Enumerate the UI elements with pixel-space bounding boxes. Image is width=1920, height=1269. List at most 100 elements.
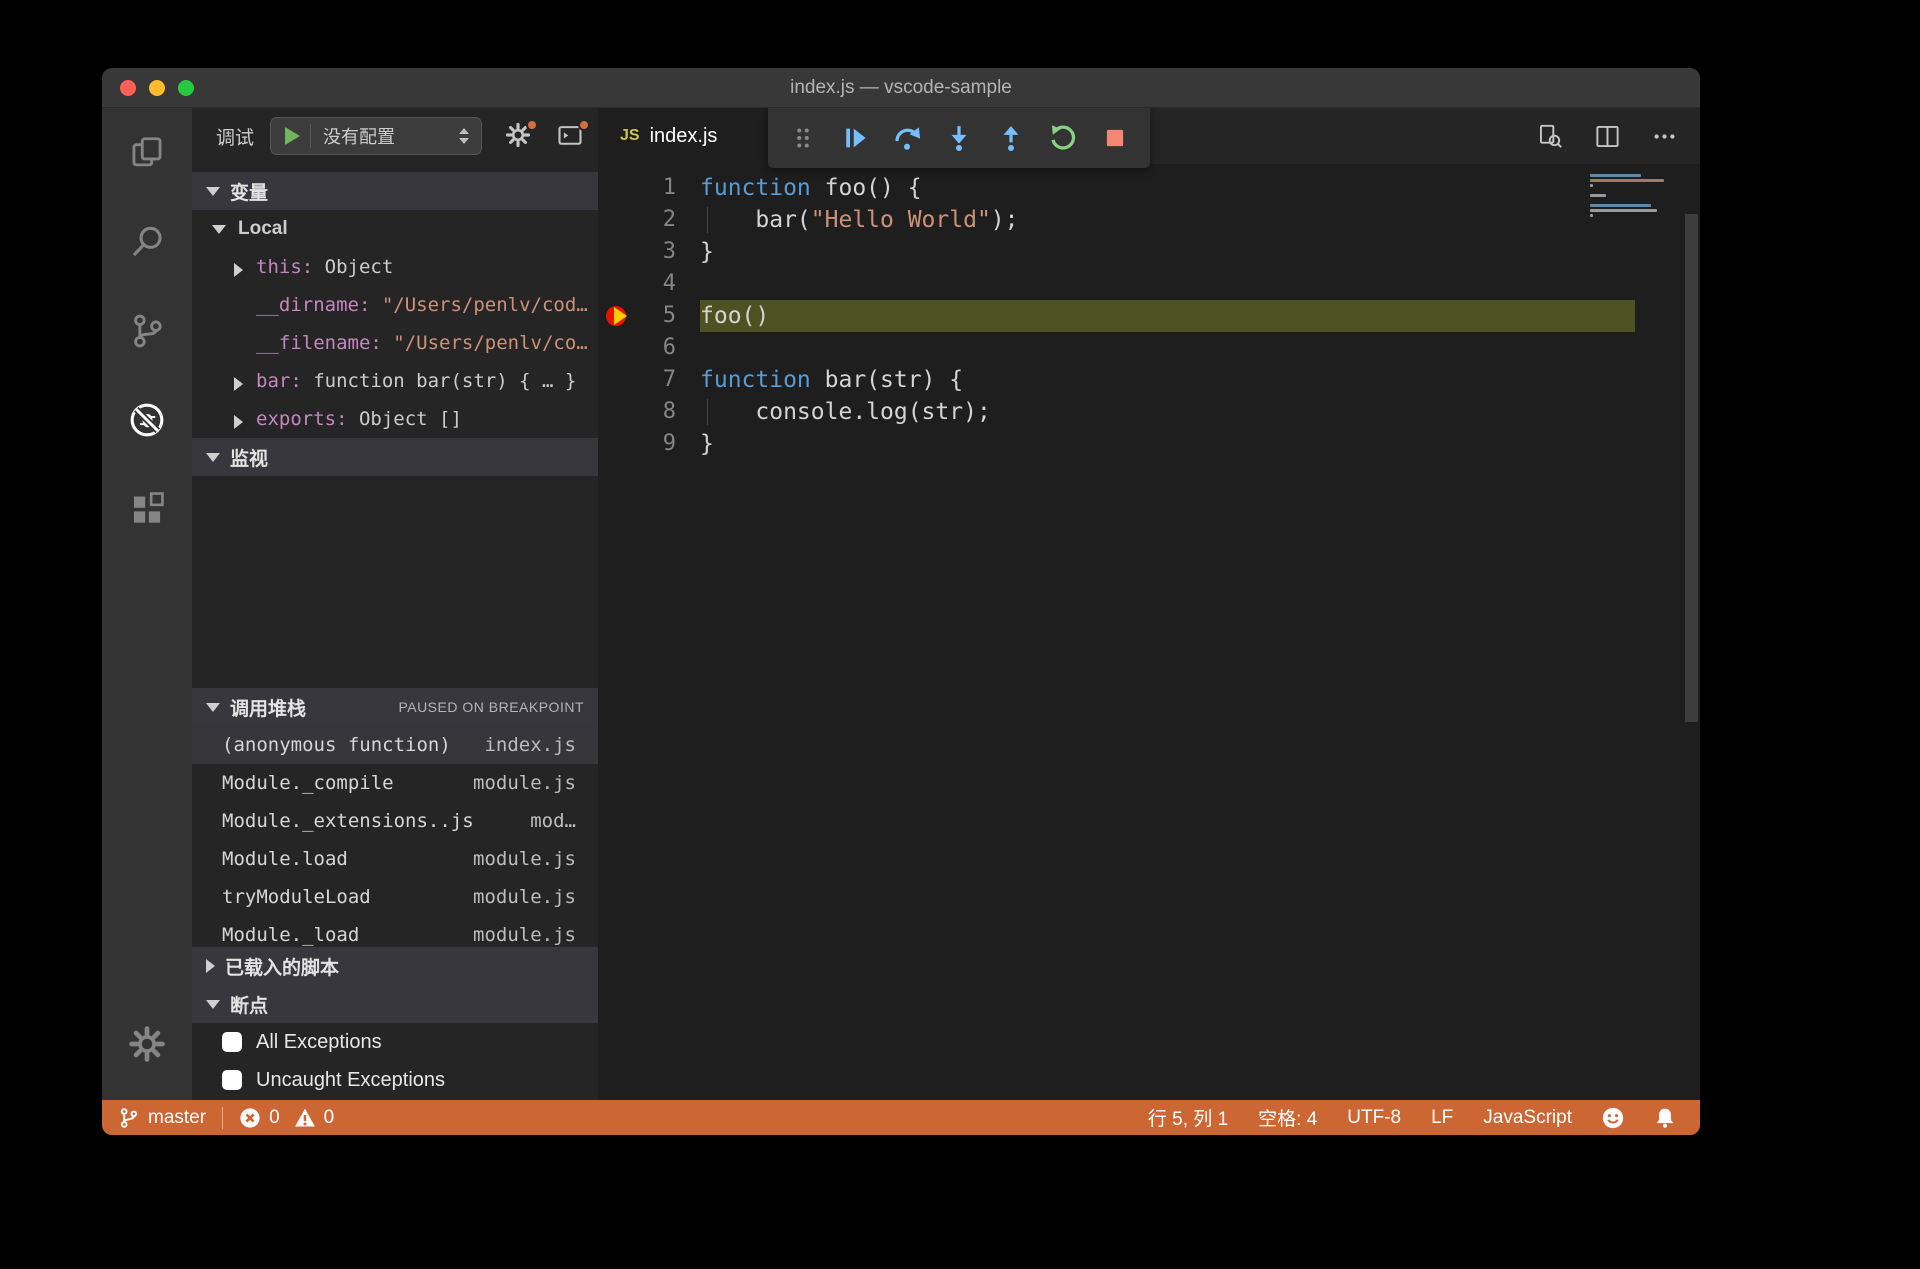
extensions-icon[interactable] [102, 464, 192, 553]
editor-area: JS index.js [598, 108, 1700, 1100]
variable-name: this [256, 256, 302, 278]
watch-section-header[interactable]: 监视 [192, 438, 598, 476]
code-line[interactable]: 7function bar(str) { [598, 364, 1700, 396]
code-text: foo() [700, 300, 1635, 332]
variable-value: Object [325, 256, 394, 278]
error-count[interactable]: 0 [239, 1107, 280, 1129]
status-item[interactable]: JavaScript [1483, 1107, 1572, 1129]
feedback-smiley-icon[interactable] [1602, 1107, 1624, 1129]
breakpoint-gutter[interactable] [598, 204, 634, 236]
breakpoint-checkbox[interactable] [222, 1032, 242, 1052]
stack-frame-row[interactable]: Module._compilemodule.js [192, 764, 598, 802]
line-number: 6 [634, 332, 676, 364]
debug-console-icon[interactable] [556, 121, 586, 151]
warning-count[interactable]: 0 [294, 1107, 335, 1129]
zoom-button[interactable] [178, 80, 194, 96]
chevron-right-icon [234, 415, 243, 429]
explorer-icon[interactable] [102, 108, 192, 197]
code-line[interactable]: 4 [598, 268, 1700, 300]
loaded-scripts-section-header[interactable]: 已载入的脚本 [192, 947, 598, 985]
status-item[interactable]: LF [1431, 1107, 1453, 1129]
scope-row-local[interactable]: Local [192, 210, 598, 248]
code-line[interactable]: 3} [598, 236, 1700, 268]
variable-row[interactable]: __filename: "/Users/penlv/co… [192, 324, 598, 362]
breakpoint-paused-icon[interactable] [606, 305, 630, 327]
search-icon[interactable] [102, 197, 192, 286]
frame-function: Module._compile [222, 772, 473, 794]
launch-config-dropdown[interactable]: 没有配置 [270, 117, 482, 155]
configure-gear-icon[interactable] [504, 121, 534, 151]
breakpoint-row[interactable]: All Exceptions [192, 1023, 598, 1061]
breakpoint-gutter[interactable] [598, 396, 634, 428]
code-line[interactable]: 8 console.log(str); [598, 396, 1700, 428]
notifications-bell-icon[interactable] [1654, 1107, 1676, 1129]
activity-bar [102, 108, 192, 1100]
console-badge-dot [578, 119, 590, 131]
git-branch-icon [118, 1107, 140, 1129]
continue-button[interactable] [838, 121, 872, 155]
stack-frame-row[interactable]: (anonymous function)index.js [192, 726, 598, 764]
breakpoint-checkbox[interactable] [222, 1070, 242, 1090]
breakpoint-gutter[interactable] [598, 364, 634, 396]
tab-index-js[interactable]: JS index.js [598, 108, 768, 164]
find-in-file-icon[interactable] [1537, 123, 1564, 150]
breakpoint-gutter[interactable] [598, 300, 634, 332]
toolbar-grip-handle[interactable] [786, 121, 820, 155]
step-into-button[interactable] [942, 121, 976, 155]
minimize-button[interactable] [149, 80, 165, 96]
code-line[interactable]: 9} [598, 428, 1700, 460]
code-line[interactable]: 5foo() [598, 300, 1700, 332]
stack-frame-row[interactable]: Module._extensions..jsmod… [192, 802, 598, 840]
variable-value: Object [] [359, 408, 462, 430]
start-debug-icon[interactable] [285, 127, 300, 145]
debug-toolbar [768, 108, 1150, 168]
breakpoint-gutter[interactable] [598, 236, 634, 268]
source-control-icon[interactable] [102, 286, 192, 375]
variable-row[interactable]: bar: function bar(str) { … } [192, 362, 598, 400]
split-editor-icon[interactable] [1594, 123, 1621, 150]
line-number: 7 [634, 364, 676, 396]
breakpoints-section-header[interactable]: 断点 [192, 985, 598, 1023]
loaded-scripts-title: 已载入的脚本 [225, 953, 339, 980]
line-number: 2 [634, 204, 676, 236]
git-branch-status[interactable]: master [118, 1107, 206, 1129]
line-number: 1 [634, 172, 676, 204]
status-item[interactable]: UTF-8 [1347, 1107, 1401, 1129]
step-out-button[interactable] [994, 121, 1028, 155]
step-over-button[interactable] [890, 121, 924, 155]
breakpoint-gutter[interactable] [598, 172, 634, 204]
code-line[interactable]: 1function foo() { [598, 172, 1700, 204]
editor-scrollbar[interactable] [1685, 214, 1698, 722]
restart-button[interactable] [1046, 121, 1080, 155]
settings-gear-icon[interactable] [102, 999, 192, 1088]
breakpoint-row[interactable]: Uncaught Exceptions [192, 1061, 598, 1099]
status-item[interactable]: 行 5, 列 1 [1148, 1104, 1228, 1131]
variable-row[interactable]: this: Object [192, 248, 598, 286]
variables-section-header[interactable]: 变量 [192, 172, 598, 210]
breakpoint-gutter[interactable] [598, 268, 634, 300]
stack-frame-row[interactable]: Module.loadmodule.js [192, 840, 598, 878]
code-line[interactable]: 2 bar("Hello World"); [598, 204, 1700, 236]
call-stack-title: 调用堆栈 [230, 694, 306, 721]
stack-frame-row[interactable]: tryModuleLoadmodule.js [192, 878, 598, 916]
close-button[interactable] [120, 80, 136, 96]
code-line[interactable]: 6 [598, 332, 1700, 364]
call-stack-section-header[interactable]: 调用堆栈 PAUSED ON BREAKPOINT [192, 688, 598, 726]
warning-icon [294, 1107, 316, 1129]
more-actions-icon[interactable] [1651, 123, 1678, 150]
variable-row[interactable]: exports: Object [] [192, 400, 598, 438]
code-area[interactable]: 1function foo() {2 bar("Hello World");3}… [598, 172, 1700, 460]
minimap-line [1590, 204, 1651, 207]
minimap[interactable] [1590, 174, 1682, 219]
stop-button[interactable] [1098, 121, 1132, 155]
minimap-line [1590, 194, 1606, 197]
variable-row[interactable]: __dirname: "/Users/penlv/cod… [192, 286, 598, 324]
debug-icon[interactable] [102, 375, 192, 464]
breakpoint-gutter[interactable] [598, 428, 634, 460]
status-item[interactable]: 空格: 4 [1258, 1104, 1317, 1131]
breakpoint-gutter[interactable] [598, 332, 634, 364]
frame-file: module.js [473, 848, 576, 870]
frame-function: tryModuleLoad [222, 886, 473, 908]
variables-body: Local this: Object__dirname: "/Users/pen… [192, 210, 598, 438]
stack-frame-row[interactable]: Module._loadmodule.js [192, 916, 598, 947]
